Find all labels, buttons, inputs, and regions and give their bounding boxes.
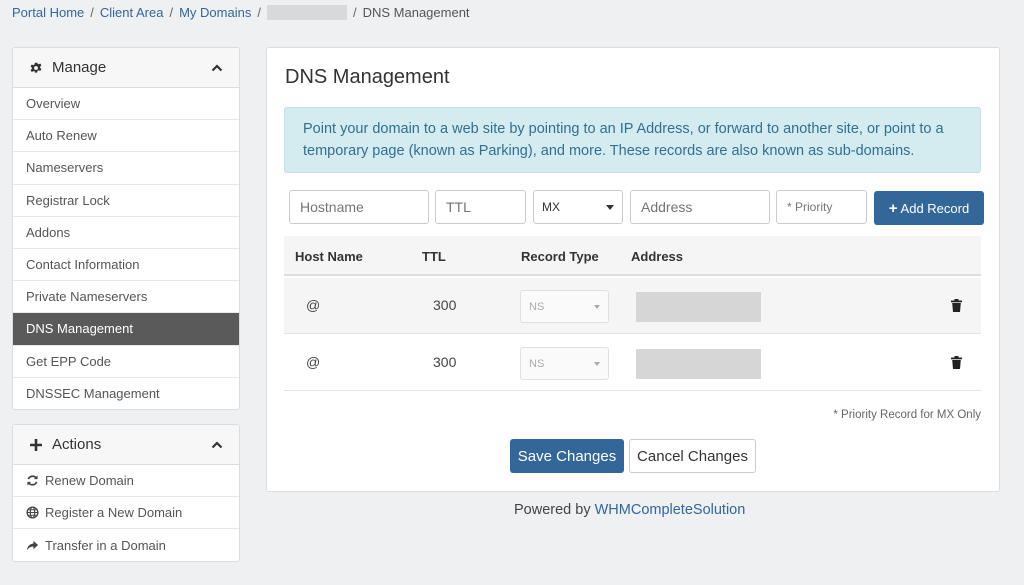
header-record-type: Record Type [521, 249, 599, 264]
share-arrow-icon [26, 539, 39, 552]
record-type-select[interactable]: MX [533, 190, 623, 224]
sidebar-item-registrar-lock[interactable]: Registrar Lock [13, 185, 239, 217]
row-record-type-value: NS [529, 357, 545, 370]
sidebar-item-private-nameservers[interactable]: Private Nameservers [13, 281, 239, 314]
trash-icon[interactable] [951, 299, 962, 312]
sidebar-item-nameservers[interactable]: Nameservers [13, 152, 239, 185]
table-row: @ 300 NS [284, 278, 981, 334]
sidebar-action-label: Transfer in a Domain [45, 537, 166, 553]
header-ttl: TTL [422, 249, 446, 264]
caret-down-icon [594, 361, 600, 366]
sidebar-action-transfer-domain[interactable]: Transfer in a Domain [13, 529, 239, 561]
row-record-type-select: NS [520, 347, 609, 380]
powered-by: Powered by WHMCompleteSolution [514, 502, 745, 518]
sidebar-item-auto-renew[interactable]: Auto Renew [13, 120, 239, 153]
gear-icon [29, 61, 43, 75]
row-address-redacted [636, 349, 761, 379]
sidebar-item-dns-management[interactable]: DNS Management [13, 313, 239, 346]
refresh-icon [26, 474, 39, 487]
address-input[interactable] [630, 190, 770, 224]
breadcrumb-my-domains[interactable]: My Domains [179, 5, 251, 20]
ttl-input[interactable] [435, 190, 526, 224]
priority-note: * Priority Record for MX Only [833, 409, 981, 421]
table-header: Host Name TTL Record Type Address [284, 236, 981, 276]
caret-down-icon [606, 204, 614, 210]
sidebar-actions-header[interactable]: Actions [13, 425, 239, 465]
header-host-name: Host Name [295, 249, 363, 264]
breadcrumb-redacted-domain [266, 5, 347, 20]
table-row: @ 300 NS [284, 335, 981, 391]
sidebar-item-dnssec-management[interactable]: DNSSEC Management [13, 378, 239, 410]
cancel-changes-button[interactable]: Cancel Changes [629, 439, 756, 473]
info-alert: Point your domain to a web site by point… [284, 107, 981, 173]
sidebar-action-label: Renew Domain [45, 473, 134, 489]
powered-by-prefix: Powered by [514, 502, 591, 518]
sidebar-item-contact-information[interactable]: Contact Information [13, 249, 239, 282]
sidebar-manage-title: Manage [52, 59, 107, 76]
row-ttl: 300 [433, 297, 457, 313]
row-host: @ [306, 354, 321, 370]
sidebar-manage-header[interactable]: Manage [13, 48, 239, 88]
breadcrumb-current: DNS Management [362, 5, 470, 20]
breadcrumb-client-area[interactable]: Client Area [100, 5, 164, 20]
sidebar-manage-panel: Manage Overview Auto Renew Nameservers R… [12, 47, 240, 410]
trash-icon[interactable] [951, 356, 962, 369]
priority-input[interactable] [776, 190, 867, 224]
add-record-button[interactable]: + Add Record [874, 191, 984, 225]
caret-down-icon [594, 304, 600, 309]
row-host: @ [306, 297, 321, 313]
globe-icon [26, 506, 39, 519]
plus-icon: + [888, 199, 898, 217]
chevron-up-icon[interactable] [211, 62, 223, 74]
record-type-value: MX [542, 200, 560, 214]
sidebar-action-register-domain[interactable]: Register a New Domain [13, 497, 239, 530]
plus-icon [29, 438, 43, 452]
sidebar-action-renew-domain[interactable]: Renew Domain [13, 465, 239, 498]
hostname-input[interactable] [289, 190, 429, 224]
breadcrumb-portal-home[interactable]: Portal Home [12, 5, 84, 20]
sidebar-action-label: Register a New Domain [45, 505, 183, 521]
row-record-type-value: NS [529, 300, 545, 313]
save-changes-button[interactable]: Save Changes [510, 439, 624, 473]
dns-management-panel: DNS Management Point your domain to a we… [266, 47, 1000, 492]
sidebar-actions-title: Actions [52, 436, 102, 453]
header-address: Address [631, 249, 684, 264]
row-record-type-select: NS [520, 290, 609, 323]
sidebar-item-overview[interactable]: Overview [13, 88, 239, 121]
page-title: DNS Management [285, 66, 450, 88]
chevron-up-icon[interactable] [211, 439, 223, 451]
row-address-redacted [636, 292, 761, 322]
breadcrumb: Portal Home / Client Area / My Domains / / DNS … [12, 5, 470, 20]
sidebar-actions-panel: Actions Renew Domain Register a New Doma… [12, 424, 240, 562]
add-record-label: Add Record [900, 200, 970, 216]
sidebar-item-addons[interactable]: Addons [13, 217, 239, 249]
powered-by-link[interactable]: WHMCompleteSolution [595, 502, 746, 518]
row-ttl: 300 [433, 354, 457, 370]
sidebar-item-get-epp-code[interactable]: Get EPP Code [13, 346, 239, 378]
